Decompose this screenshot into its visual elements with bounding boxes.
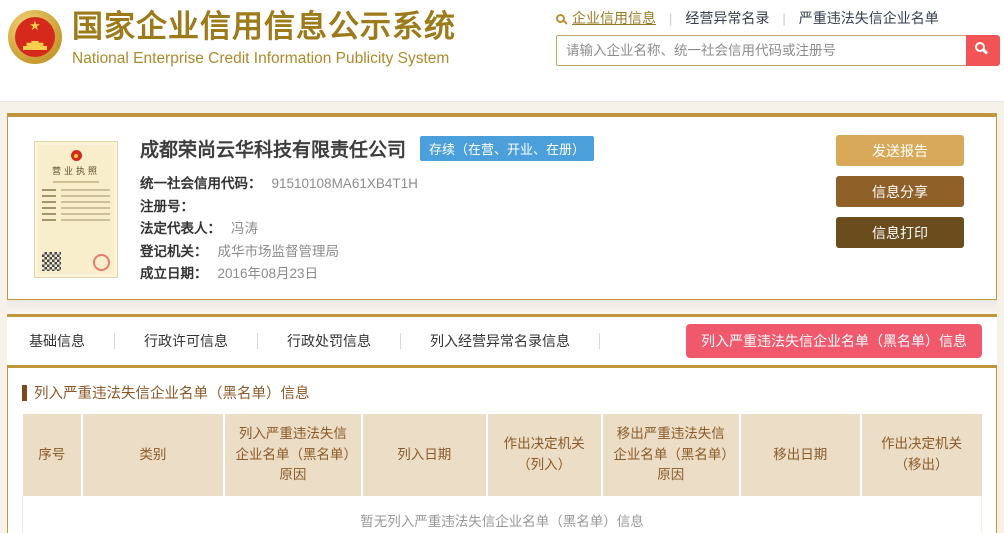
print-info-button[interactable]: 信息打印 <box>836 217 964 248</box>
section-title: 列入严重违法失信企业名单（黑名单）信息 <box>34 386 310 402</box>
blacklist-section: 列入严重违法失信企业名单（黑名单）信息 序号 类别 列入严重违法失信企业名单（黑… <box>7 368 997 533</box>
site-title: 国家企业信用信息公示系统 <box>72 9 456 44</box>
field-value: 冯涛 <box>231 221 258 236</box>
section-title-marker <box>22 384 27 401</box>
license-title: 营业执照 <box>51 166 100 176</box>
field-label: 成立日期： <box>140 266 208 281</box>
col-serial-number: 序号 <box>22 414 83 496</box>
site-logo: ★ 国家企业信用信息公示系统 National Enterprise Credi… <box>8 6 456 68</box>
top-nav: 企业信用信息 | 经营异常名录 | 严重违法失信企业名单 <box>556 8 1000 28</box>
field-label: 登记机关： <box>140 243 208 259</box>
search-icon <box>975 42 985 52</box>
table-header-row: 序号 类别 列入严重违法失信企业名单（黑名单）原因 列入日期 作出决定机关（列入… <box>22 414 982 496</box>
field-label: 注册号： <box>140 198 194 214</box>
field-legal-representative: 法定代表人： 冯涛 <box>140 217 826 240</box>
share-info-button[interactable]: 信息分享 <box>836 176 964 207</box>
blacklist-table: 序号 类别 列入严重违法失信企业名单（黑名单）原因 列入日期 作出决定机关（列入… <box>22 414 982 533</box>
field-value: 2016年08月23日 <box>217 266 319 281</box>
col-deciding-authority-inclusion: 作出决定机关（列入） <box>486 414 603 496</box>
nav-separator: | <box>669 10 673 26</box>
field-credit-code: 统一社会信用代码： 91510108MA61XB4T1H <box>140 172 826 195</box>
tab-administrative-license[interactable]: 行政许可信息 <box>144 331 228 351</box>
site-header: ★ 国家企业信用信息公示系统 National Enterprise Credi… <box>0 0 1004 102</box>
search-input[interactable] <box>556 35 966 66</box>
field-registration-authority: 登记机关： 成华市场监督管理局 <box>140 240 826 263</box>
empty-message: 暂无列入严重违法失信企业名单（黑名单）信息 <box>22 496 982 533</box>
col-deciding-authority-removal: 作出决定机关（移出） <box>860 414 982 496</box>
tab-basic-info[interactable]: 基础信息 <box>29 331 85 351</box>
search-button[interactable] <box>966 35 1000 66</box>
search-icon <box>556 13 565 23</box>
site-subtitle: National Enterprise Credit Information P… <box>72 50 450 67</box>
field-label: 统一社会信用代码： <box>140 176 262 191</box>
nav-link-blacklist[interactable]: 严重违法失信企业名单 <box>799 8 939 28</box>
col-category: 类别 <box>81 414 225 496</box>
card-divider <box>7 300 997 314</box>
tab-administrative-penalty[interactable]: 行政处罚信息 <box>287 331 371 351</box>
table-empty-row: 暂无列入严重违法失信企业名单（黑名单）信息 <box>22 496 982 533</box>
license-emblem-icon <box>70 150 82 161</box>
field-registration-number: 注册号： <box>140 195 826 218</box>
send-report-button[interactable]: 发送报告 <box>836 135 964 166</box>
tab-abnormal-operation-list[interactable]: 列入经营异常名录信息 <box>430 331 570 351</box>
info-tabs: 基础信息 行政许可信息 行政处罚信息 列入经营异常名录信息 列入严重违法失信企业… <box>7 314 997 368</box>
license-qr-code <box>42 252 61 271</box>
field-label: 法定代表人： <box>140 221 221 236</box>
col-removal-reason: 移出严重违法失信企业名单（黑名单）原因 <box>601 414 741 496</box>
company-name: 成都荣尚云华科技有限责任公司 <box>140 140 407 161</box>
tab-blacklist[interactable]: 列入严重违法失信企业名单（黑名单）信息 <box>686 324 982 358</box>
field-value: 成华市场监督管理局 <box>217 243 340 259</box>
nav-link-credit-info[interactable]: 企业信用信息 <box>572 8 656 28</box>
col-inclusion-date: 列入日期 <box>361 414 488 496</box>
company-summary-card: 营业执照 成都荣尚云华科技有限责任公司 存续（在营、开业、在册） 统一社会信用代… <box>7 113 997 300</box>
business-license-image: 营业执照 <box>34 141 118 278</box>
status-badge: 存续（在营、开业、在册） <box>420 136 595 161</box>
national-emblem-icon: ★ <box>8 10 62 64</box>
nav-link-abnormal-list[interactable]: 经营异常名录 <box>685 8 769 28</box>
field-establishment-date: 成立日期： 2016年08月23日 <box>140 262 826 285</box>
nav-separator: | <box>782 10 786 26</box>
field-value: 91510108MA61XB4T1H <box>271 176 418 191</box>
col-inclusion-reason: 列入严重违法失信企业名单（黑名单）原因 <box>223 414 363 496</box>
col-removal-date: 移出日期 <box>739 414 862 496</box>
license-seal <box>93 254 110 271</box>
